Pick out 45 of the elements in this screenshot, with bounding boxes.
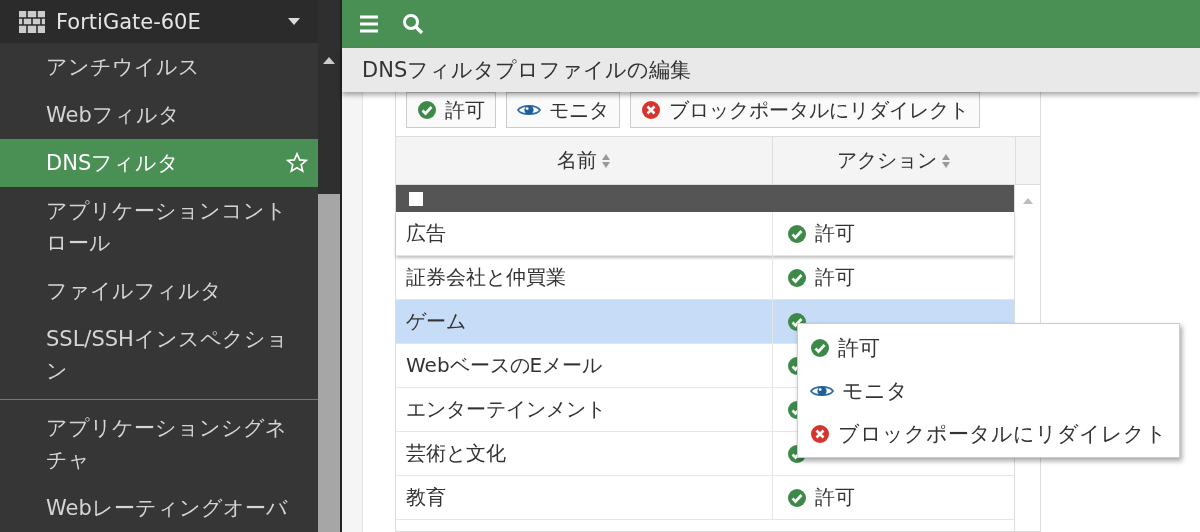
action-button[interactable]: 許可 — [406, 92, 496, 128]
action-label: 許可 — [815, 484, 855, 511]
search-icon[interactable] — [402, 13, 424, 35]
sidebar-item[interactable]: ファイルフィルタ — [0, 267, 318, 315]
device-name: FortiGate-60E — [56, 9, 202, 34]
check-circle-icon — [787, 487, 807, 508]
sidebar-item[interactable]: DNSフィルタ — [0, 139, 318, 187]
check-circle-icon — [810, 337, 830, 358]
sort-icon[interactable] — [941, 152, 951, 169]
check-circle-icon — [417, 100, 437, 120]
eye-icon — [517, 102, 541, 118]
column-header[interactable]: 名前 — [396, 137, 773, 184]
check-circle-icon — [787, 267, 807, 288]
sort-icon[interactable] — [601, 152, 611, 169]
table-cell: 広告 — [396, 212, 773, 255]
menu-icon[interactable] — [358, 13, 380, 35]
table-row[interactable]: 広告 許可 — [396, 212, 1015, 256]
table-cell: WebベースのEメール — [396, 344, 773, 387]
action-label: 許可 — [815, 220, 855, 247]
scrollbar-thumb[interactable] — [318, 194, 340, 532]
firewall-icon — [18, 9, 46, 34]
sidebar-item[interactable]: Webレーティングオーバ — [0, 484, 318, 532]
caret-icon[interactable] — [288, 17, 300, 26]
page-title: DNSフィルタプロファイルの編集 — [342, 48, 1200, 92]
table-cell: ゲーム — [396, 300, 773, 343]
table-cell: 教育 — [396, 476, 773, 519]
x-circle-icon — [641, 100, 661, 120]
star-icon[interactable] — [286, 152, 308, 174]
sidebar-item[interactable]: Webフィルタ — [0, 91, 318, 139]
sidebar-item[interactable]: アプリケーションコントロール — [0, 187, 318, 267]
checkbox-icon[interactable] — [408, 190, 424, 207]
table-cell: 証券会社と仲買業 — [396, 256, 773, 299]
action-button[interactable]: モニタ — [506, 92, 620, 128]
sidebar-item[interactable]: SSL/SSHインスペクション — [0, 315, 318, 395]
sidebar-item[interactable]: アンチウイルス — [0, 43, 318, 91]
table-cell: エンターテインメント — [396, 388, 773, 431]
action-label: 許可 — [815, 264, 855, 291]
sidebar-item[interactable]: アプリケーションシグネチャ — [0, 404, 318, 484]
scroll-up-icon[interactable] — [323, 56, 335, 64]
column-header[interactable]: アクション — [773, 137, 1016, 184]
check-circle-icon — [787, 223, 807, 244]
table-row[interactable]: 教育 許可 — [396, 476, 1015, 520]
x-circle-icon — [810, 423, 830, 444]
action-button[interactable]: ブロックポータルにリダイレクト — [630, 92, 980, 128]
table-cell: 芸術と文化 — [396, 432, 773, 475]
